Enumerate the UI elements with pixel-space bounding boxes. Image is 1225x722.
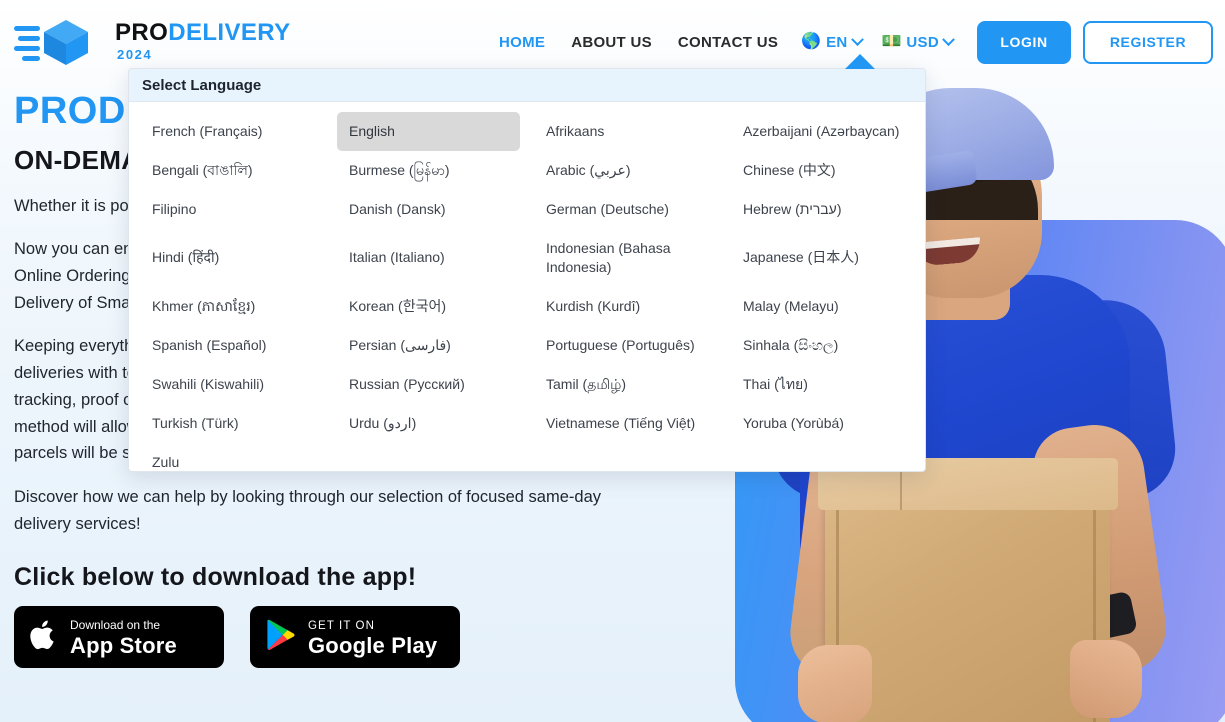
brand-wordmark: PRODELIVERY 2024 xyxy=(115,19,291,62)
app-store-button[interactable]: Download on the App Store xyxy=(14,606,224,669)
page-root: PRODELIVERY ON-DEMAND DELIVERY MADE DIFF… xyxy=(0,0,1225,722)
language-option[interactable]: Japanese (日本人) xyxy=(731,229,914,287)
language-option[interactable]: Hebrew (עברית) xyxy=(731,190,914,229)
language-option[interactable]: Kurdish (Kurdî) xyxy=(534,287,717,326)
package-box-icon xyxy=(14,16,106,66)
language-option[interactable]: French (Français) xyxy=(140,112,323,151)
brand-name-pro: PRO xyxy=(115,19,169,46)
language-option[interactable]: Russian (Русский) xyxy=(337,365,520,404)
language-selector-code: EN xyxy=(826,33,848,51)
google-play-label: GET IT ON Google Play xyxy=(308,616,437,659)
language-option[interactable]: Khmer (ភាសាខ្មែរ) xyxy=(140,287,323,326)
app-store-badges: Download on the App Store GET IT ON Goog… xyxy=(14,606,614,669)
login-button[interactable]: LOGIN xyxy=(977,20,1071,64)
language-option-grid: French (Français) English Afrikaans Azerbai… xyxy=(129,102,925,471)
google-play-small-line: GET IT ON xyxy=(308,620,375,633)
language-option[interactable]: Burmese (မြန်မာ) xyxy=(337,151,520,190)
banknote-icon: 💵 xyxy=(881,33,902,50)
google-play-button[interactable]: GET IT ON Google Play xyxy=(250,606,460,669)
language-option[interactable]: Zulu xyxy=(140,443,323,471)
language-option[interactable]: Yoruba (Yorùbá) xyxy=(731,404,914,443)
language-option[interactable]: Portuguese (Português) xyxy=(534,326,717,365)
language-dropdown-header: Select Language xyxy=(129,69,925,102)
chevron-down-icon xyxy=(942,32,955,46)
hero-paragraph-4: Discover how we can help by looking thro… xyxy=(14,488,601,533)
language-option[interactable]: Korean (한국어) xyxy=(337,287,520,326)
courier-hand-left xyxy=(798,645,872,722)
language-selector[interactable]: 🌎 EN xyxy=(791,32,871,51)
language-option[interactable]: Hindi (हिंदी) xyxy=(140,229,323,287)
brand-logo[interactable]: PRODELIVERY 2024 xyxy=(14,16,291,66)
app-store-label: Download on the App Store xyxy=(70,616,177,659)
nav-item-about-us[interactable]: ABOUT US xyxy=(558,34,665,51)
language-option[interactable]: Turkish (Türk) xyxy=(140,404,323,443)
language-option[interactable]: Bengali (বাঙালি) xyxy=(140,151,323,190)
language-option[interactable]: English xyxy=(337,112,520,151)
chevron-down-icon xyxy=(850,32,864,46)
register-button[interactable]: REGISTER xyxy=(1083,20,1213,64)
language-option[interactable]: Thai (ไทย) xyxy=(731,365,914,404)
language-option[interactable]: Swahili (Kiswahili) xyxy=(140,365,323,404)
download-cta-text: Click below to download the app! xyxy=(14,563,417,592)
language-dropdown: Select Language French (Français) English… xyxy=(128,68,926,472)
language-option[interactable]: Vietnamese (Tiếng Việt) xyxy=(534,404,717,443)
language-option[interactable]: Danish (Dansk) xyxy=(337,190,520,229)
currency-selector-code: USD xyxy=(906,33,939,51)
google-play-icon xyxy=(266,618,296,656)
language-option[interactable]: Spanish (Español) xyxy=(140,326,323,365)
language-option[interactable]: Tamil (தமிழ்) xyxy=(534,365,717,404)
language-option[interactable]: Indonesian (Bahasa Indonesia) xyxy=(534,229,717,287)
language-option[interactable]: German (Deutsche) xyxy=(534,190,717,229)
brand-year: 2024 xyxy=(117,47,153,62)
app-store-big-line: App Store xyxy=(70,633,177,659)
language-option[interactable]: Italian (Italiano) xyxy=(337,229,520,287)
language-option[interactable]: Arabic (عربي) xyxy=(534,151,717,190)
language-option[interactable]: Azerbaijani (Azərbaycan) xyxy=(731,112,914,151)
language-option[interactable]: Persian (فارسی) xyxy=(337,326,520,365)
app-store-small-line: Download on the xyxy=(70,618,161,633)
language-option[interactable]: Urdu (اردو) xyxy=(337,404,520,443)
dropdown-arrow-up-icon xyxy=(845,54,875,69)
currency-selector[interactable]: 💵 USD xyxy=(872,32,964,51)
courier-hand-right xyxy=(1070,640,1142,718)
brand-name-delivery: DELIVERY xyxy=(168,19,291,46)
language-option[interactable]: Filipino xyxy=(140,190,323,229)
language-option[interactable]: Afrikaans xyxy=(534,112,717,151)
apple-icon xyxy=(30,618,58,657)
globe-icon: 🌎 xyxy=(801,33,822,50)
nav-item-contact-us[interactable]: CONTACT US xyxy=(665,34,791,51)
language-option[interactable]: Malay (Melayu) xyxy=(731,287,914,326)
nav-item-home[interactable]: HOME xyxy=(486,34,558,51)
language-option[interactable]: Chinese (中文) xyxy=(731,151,914,190)
language-option[interactable]: Sinhala (සිංහල) xyxy=(731,326,914,365)
google-play-big-line: Google Play xyxy=(308,633,438,659)
